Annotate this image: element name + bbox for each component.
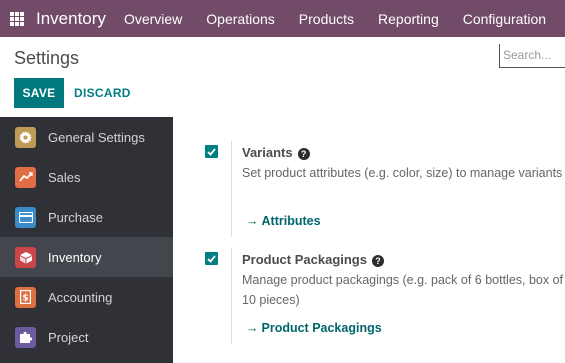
settings-content: Variants? Set product attributes (e.g. c… [173, 117, 565, 363]
sidebar-item-label: Accounting [48, 289, 113, 305]
sidebar-item-inventory[interactable]: Inventory [0, 237, 173, 277]
sidebar-item-label: Inventory [48, 249, 102, 265]
setting-title-text: Product Packagings [242, 252, 367, 267]
search-input[interactable] [500, 44, 564, 66]
nav-item-reporting[interactable]: Reporting [366, 11, 451, 27]
divider [231, 141, 232, 237]
svg-text:$: $ [22, 294, 28, 304]
page-title: Settings [14, 48, 80, 68]
top-navbar: Inventory Overview Operations Products R… [0, 0, 565, 37]
save-button[interactable]: SAVE [14, 78, 64, 108]
arrow-right-icon: → [246, 321, 259, 335]
check-icon [207, 147, 216, 156]
nav-item-overview[interactable]: Overview [112, 11, 194, 27]
sidebar-item-general-settings[interactable]: General Settings [0, 117, 173, 157]
setting-description: Set product attributes (e.g. color, size… [242, 166, 563, 180]
attributes-link[interactable]: → Attributes [246, 214, 321, 228]
help-icon[interactable]: ? [297, 148, 310, 160]
gear-icon [15, 126, 36, 148]
setting-description: Manage product packagings (e.g. pack of … [242, 273, 564, 307]
sidebar-item-project[interactable]: Project [0, 317, 173, 357]
box-icon [15, 246, 36, 268]
sidebar-item-sales[interactable]: Sales [0, 157, 173, 197]
check-icon [207, 254, 216, 263]
apps-menu-icon[interactable] [10, 11, 24, 26]
product-packagings-link[interactable]: → Product Packagings [246, 321, 382, 335]
invoice-icon: $ [15, 286, 36, 308]
link-label: Product Packagings [261, 321, 382, 335]
sidebar-item-label: Sales [48, 169, 81, 185]
divider [231, 248, 232, 344]
setting-title: Product Packagings? [242, 252, 384, 267]
link-label: Attributes [261, 214, 321, 228]
nav-item-products[interactable]: Products [287, 11, 366, 27]
sidebar-item-label: General Settings [48, 129, 145, 145]
puzzle-icon [15, 326, 36, 348]
sidebar-item-label: Purchase [48, 209, 103, 225]
arrow-right-icon: → [246, 214, 259, 228]
help-icon[interactable]: ? [371, 255, 384, 267]
app-title[interactable]: Inventory [36, 9, 106, 29]
chart-line-icon [15, 166, 36, 188]
settings-sidebar: General Settings Sales Purchase Inventor… [0, 117, 173, 363]
packagings-checkbox[interactable] [205, 252, 218, 265]
setting-title-text: Variants [242, 145, 293, 160]
nav-item-configuration[interactable]: Configuration [451, 11, 558, 27]
sidebar-item-label: Project [48, 329, 89, 345]
sidebar-item-purchase[interactable]: Purchase [0, 197, 173, 237]
discard-button[interactable]: DISCARD [74, 78, 131, 108]
sidebar-item-accounting[interactable]: $ Accounting [0, 277, 173, 317]
setting-title: Variants? [242, 145, 310, 160]
nav-item-operations[interactable]: Operations [194, 11, 286, 27]
variants-checkbox[interactable] [205, 145, 218, 158]
credit-card-icon [15, 206, 36, 228]
search-box [499, 44, 565, 68]
